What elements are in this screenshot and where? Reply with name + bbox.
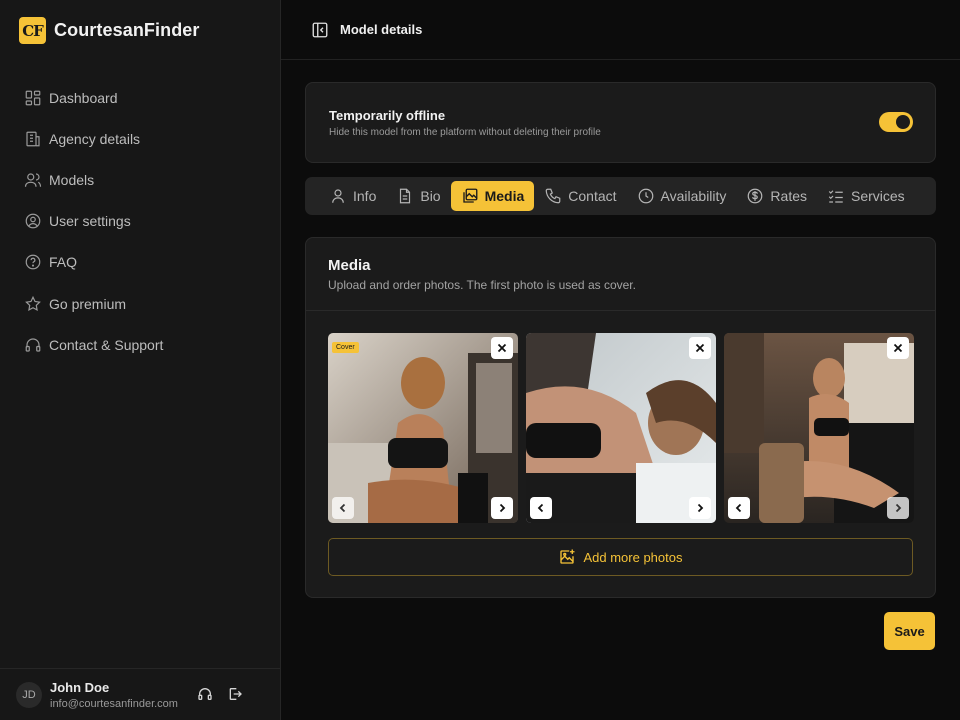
logout-icon[interactable] bbox=[227, 686, 243, 702]
sidebar-item-user-settings[interactable]: User settings bbox=[24, 201, 264, 242]
move-left-button[interactable] bbox=[332, 497, 354, 519]
avatar[interactable]: JD bbox=[16, 681, 42, 708]
offline-toggle[interactable] bbox=[879, 112, 913, 132]
remove-photo-button[interactable] bbox=[689, 337, 711, 359]
cover-badge: Cover bbox=[332, 342, 359, 353]
tab-label: Contact bbox=[568, 188, 617, 204]
tab-availability[interactable]: Availability bbox=[627, 181, 737, 211]
move-left-button[interactable] bbox=[728, 497, 750, 519]
tab-media[interactable]: Media bbox=[450, 181, 535, 211]
page-title: Model details bbox=[340, 22, 423, 37]
media-title: Media bbox=[328, 257, 371, 274]
user-icon bbox=[332, 189, 344, 203]
sidebar-collapse-icon[interactable] bbox=[311, 21, 329, 39]
tab-label: Rates bbox=[770, 188, 807, 204]
remove-photo-button[interactable] bbox=[887, 337, 909, 359]
media-header: Media Upload and order photos. The first… bbox=[306, 238, 935, 311]
sidebar-item-contact-support[interactable]: Contact & Support bbox=[24, 324, 264, 365]
star-icon bbox=[25, 295, 41, 311]
sidebar-item-label: FAQ bbox=[49, 254, 78, 271]
images-icon bbox=[462, 188, 478, 203]
user-bar: JD John Doe info@courtesanfinder.com bbox=[0, 668, 280, 720]
help-circle-icon bbox=[25, 254, 41, 270]
chevron-right-icon bbox=[499, 503, 506, 513]
user-circle-icon bbox=[25, 213, 41, 229]
close-icon bbox=[893, 343, 903, 353]
media-card: Media Upload and order photos. The first… bbox=[305, 237, 936, 598]
building-icon bbox=[26, 131, 40, 147]
offline-card: Temporarily offline Hide this model from… bbox=[305, 82, 936, 163]
move-left-button[interactable] bbox=[530, 497, 552, 519]
tab-services[interactable]: Services bbox=[817, 181, 915, 211]
add-more-photos-button[interactable]: Add more photos bbox=[328, 538, 913, 576]
sidebar: CF CourtesanFinder Dashboard Agency deta… bbox=[0, 0, 281, 720]
move-right-button[interactable] bbox=[887, 497, 909, 519]
tab-label: Info bbox=[353, 188, 377, 204]
image-plus-icon bbox=[560, 549, 575, 564]
user-info: John Doe info@courtesanfinder.com bbox=[50, 680, 178, 710]
tab-label: Bio bbox=[420, 188, 441, 204]
sidebar-nav: Dashboard Agency details Models User set… bbox=[24, 77, 264, 365]
dollar-icon bbox=[748, 188, 763, 204]
chevron-right-icon bbox=[697, 503, 704, 513]
save-button[interactable]: Save bbox=[884, 612, 935, 650]
topbar: Model details bbox=[281, 0, 960, 60]
checklist-icon bbox=[828, 190, 843, 203]
media-description: Upload and order photos. The first photo… bbox=[328, 278, 636, 292]
sidebar-item-models[interactable]: Models bbox=[24, 159, 264, 200]
user-actions bbox=[197, 686, 243, 702]
move-right-button[interactable] bbox=[491, 497, 513, 519]
tab-label: Media bbox=[484, 188, 525, 204]
sidebar-item-agency-details[interactable]: Agency details bbox=[24, 118, 264, 159]
brand[interactable]: CF CourtesanFinder bbox=[19, 17, 200, 44]
photo-tile[interactable]: Cover bbox=[328, 333, 518, 523]
photo-tile[interactable] bbox=[724, 333, 914, 523]
brand-logo: CF bbox=[19, 17, 46, 44]
phone-icon bbox=[545, 188, 561, 204]
photo-tile[interactable] bbox=[526, 333, 716, 523]
headset-icon[interactable] bbox=[197, 686, 213, 702]
remove-photo-button[interactable] bbox=[491, 337, 513, 359]
document-icon bbox=[400, 188, 411, 204]
close-icon bbox=[695, 343, 705, 353]
tab-rates[interactable]: Rates bbox=[736, 181, 817, 211]
headphones-icon bbox=[25, 338, 41, 352]
grid-icon bbox=[25, 90, 41, 105]
toggle-knob bbox=[896, 115, 910, 129]
move-right-button[interactable] bbox=[689, 497, 711, 519]
user-email: info@courtesanfinder.com bbox=[50, 697, 178, 710]
chevron-right-icon bbox=[895, 503, 902, 513]
photo-image bbox=[328, 333, 518, 523]
sidebar-item-label: Contact & Support bbox=[49, 336, 164, 353]
photo-image bbox=[526, 333, 716, 523]
sidebar-item-label: Dashboard bbox=[49, 89, 118, 106]
sidebar-item-label: User settings bbox=[49, 213, 131, 230]
close-icon bbox=[497, 343, 507, 353]
tab-info[interactable]: Info bbox=[319, 181, 386, 211]
chevron-left-icon bbox=[735, 503, 742, 513]
tab-contact[interactable]: Contact bbox=[534, 181, 626, 211]
users-icon bbox=[24, 173, 42, 187]
sidebar-item-label: Models bbox=[49, 171, 95, 188]
user-name: John Doe bbox=[50, 679, 110, 695]
tab-label: Availability bbox=[660, 188, 727, 204]
sidebar-item-label: Go premium bbox=[49, 295, 127, 312]
sidebar-item-label: Agency details bbox=[49, 130, 141, 147]
offline-description: Hide this model from the platform withou… bbox=[329, 127, 601, 138]
offline-title: Temporarily offline bbox=[329, 108, 446, 123]
chevron-left-icon bbox=[339, 503, 346, 513]
sidebar-item-faq[interactable]: FAQ bbox=[24, 242, 264, 283]
sidebar-item-go-premium[interactable]: Go premium bbox=[24, 283, 264, 324]
add-more-label: Add more photos bbox=[583, 549, 683, 565]
clock-icon bbox=[638, 188, 653, 204]
chevron-left-icon bbox=[537, 503, 544, 513]
brand-name: CourtesanFinder bbox=[54, 20, 200, 40]
tab-bio[interactable]: Bio bbox=[386, 181, 450, 211]
tab-label: Services bbox=[851, 188, 905, 204]
photo-image bbox=[724, 333, 914, 523]
sidebar-item-dashboard[interactable]: Dashboard bbox=[24, 77, 264, 118]
model-tabs: Info Bio Media Contact Availability Rate… bbox=[305, 177, 936, 215]
